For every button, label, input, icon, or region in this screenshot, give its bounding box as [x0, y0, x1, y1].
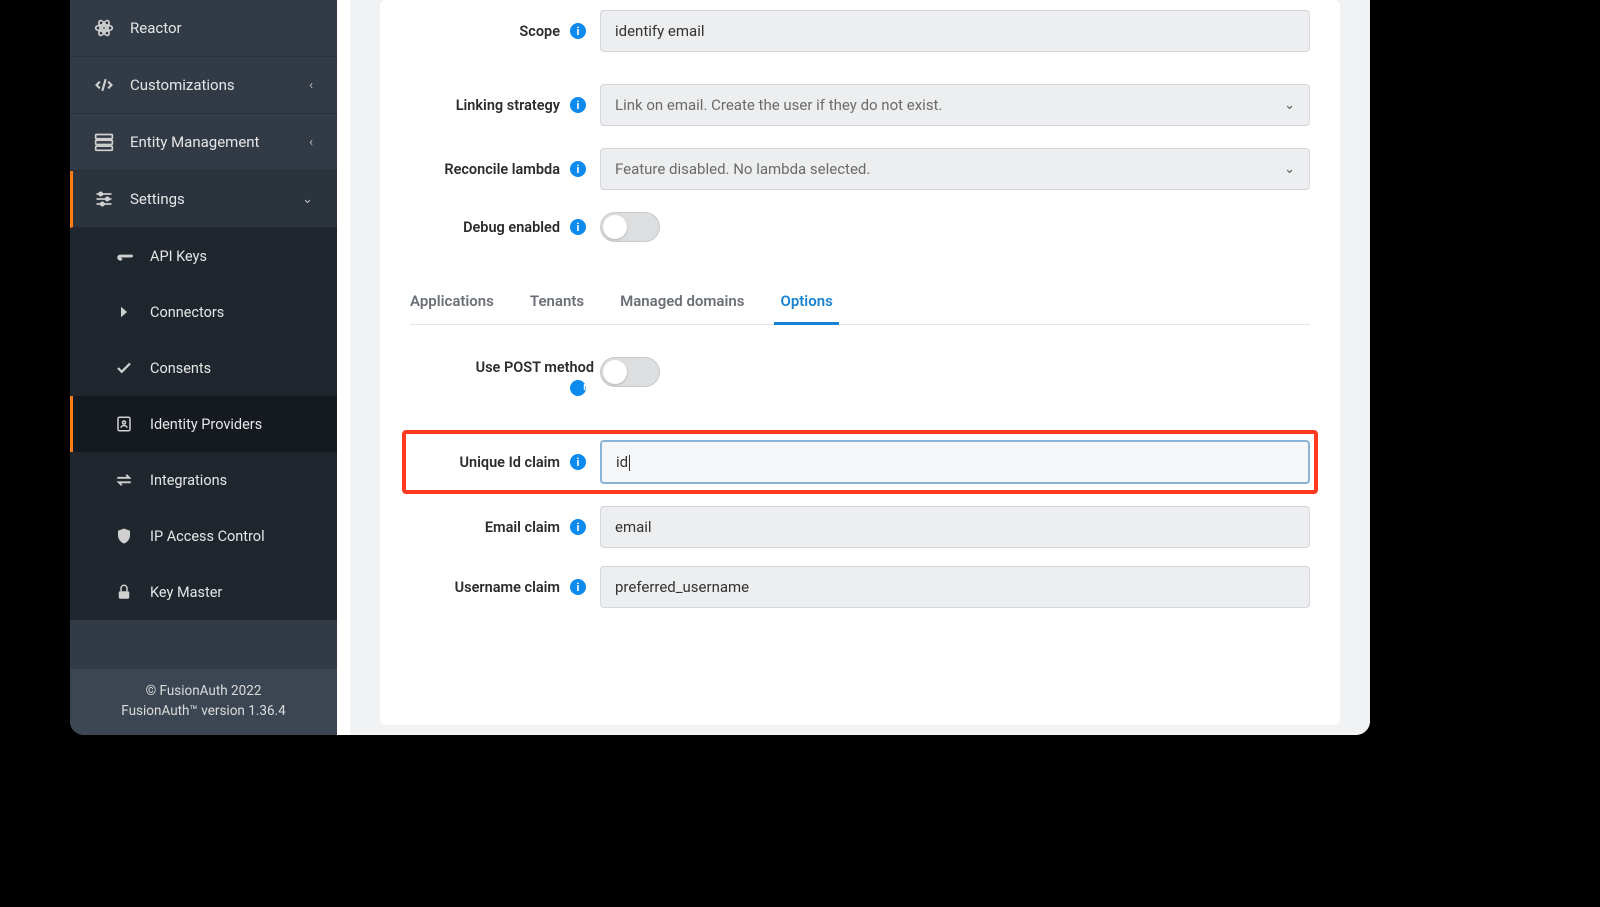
lock-icon [114, 582, 134, 602]
email-claim-input[interactable] [600, 506, 1310, 548]
sidebar-item-label: IP Access Control [150, 528, 313, 545]
sidebar-subitem-ip-access-control[interactable]: IP Access Control [70, 508, 337, 564]
tab-tenants[interactable]: Tenants [530, 282, 584, 324]
sidebar: Reactor Customizations ‹ Entity Manageme… [70, 0, 337, 735]
key-icon [114, 246, 134, 266]
reconcile-lambda-label: Reconcile lambda [410, 161, 566, 178]
debug-enabled-toggle[interactable] [600, 212, 660, 242]
sidebar-item-label: Reactor [130, 19, 313, 37]
tabs: Applications Tenants Managed domains Opt… [410, 282, 1310, 325]
sidebar-item-entity-management[interactable]: Entity Management ‹ [70, 114, 337, 171]
linking-strategy-label: Linking strategy [410, 97, 566, 114]
server-icon [94, 132, 114, 152]
linking-strategy-select[interactable]: Link on email. Create the user if they d… [600, 84, 1310, 126]
sidebar-item-customizations[interactable]: Customizations ‹ [70, 57, 337, 114]
sliders-icon [94, 189, 114, 209]
use-post-method-toggle[interactable] [600, 357, 660, 387]
sidebar-item-settings[interactable]: Settings ⌄ [70, 171, 337, 228]
select-value: Link on email. Create the user if they d… [615, 96, 942, 114]
chevron-left-icon: ‹ [309, 135, 313, 150]
reconcile-lambda-select[interactable]: Feature disabled. No lambda selected. ⌄ [600, 148, 1310, 190]
chevron-left-icon: ‹ [309, 78, 313, 93]
sidebar-subitem-key-master[interactable]: Key Master [70, 564, 337, 620]
tab-applications[interactable]: Applications [410, 282, 494, 324]
sidebar-item-label: Connectors [150, 304, 313, 321]
scope-label: Scope [410, 23, 566, 40]
code-icon [94, 75, 114, 95]
username-claim-label: Username claim [410, 579, 566, 596]
sidebar-footer: © FusionAuth 2022 FusionAuth™ version 1.… [70, 669, 337, 736]
sidebar-subitem-connectors[interactable]: Connectors [70, 284, 337, 340]
tab-managed-domains[interactable]: Managed domains [620, 282, 744, 324]
email-claim-label: Email claim [410, 519, 566, 536]
sidebar-item-label: Settings [130, 190, 302, 208]
chevron-right-icon [114, 302, 134, 322]
exchange-icon [114, 470, 134, 490]
info-icon[interactable]: i [570, 97, 586, 113]
id-card-icon [114, 414, 134, 434]
sidebar-item-label: Identity Providers [150, 416, 313, 433]
footer-copyright: © FusionAuth 2022 [80, 681, 327, 701]
sidebar-item-label: Entity Management [130, 133, 309, 151]
check-icon [114, 358, 134, 378]
shield-icon [114, 526, 134, 546]
username-claim-input[interactable] [600, 566, 1310, 608]
unique-id-claim-input[interactable]: id [600, 440, 1310, 484]
sidebar-subitem-identity-providers[interactable]: Identity Providers [70, 396, 337, 452]
info-icon[interactable]: i [570, 380, 586, 396]
info-icon[interactable]: i [570, 579, 586, 595]
unique-id-claim-label: Unique Id claim [410, 454, 566, 471]
sidebar-item-label: Customizations [130, 76, 309, 94]
chevron-down-icon: ⌄ [302, 192, 313, 207]
footer-version: FusionAuth™ version 1.36.4 [80, 701, 327, 721]
tab-options[interactable]: Options [780, 282, 832, 324]
reactor-icon [94, 18, 114, 38]
sidebar-subitem-integrations[interactable]: Integrations [70, 452, 337, 508]
sidebar-subitem-api-keys[interactable]: API Keys [70, 228, 337, 284]
info-icon[interactable]: i [570, 161, 586, 177]
debug-enabled-label: Debug enabled [410, 219, 566, 236]
main-content: Scope i Linking strategy i Link on email… [350, 0, 1370, 735]
info-icon[interactable]: i [570, 219, 586, 235]
use-post-method-label: Use POST method [476, 359, 600, 376]
info-icon[interactable]: i [570, 23, 586, 39]
scope-input[interactable] [600, 10, 1310, 52]
info-icon[interactable]: i [570, 519, 586, 535]
info-icon[interactable]: i [570, 454, 586, 470]
sidebar-item-label: Key Master [150, 584, 313, 601]
chevron-down-icon: ⌄ [1284, 98, 1295, 113]
sidebar-item-reactor[interactable]: Reactor [70, 0, 337, 57]
sidebar-item-label: Integrations [150, 472, 313, 489]
select-value: Feature disabled. No lambda selected. [615, 160, 870, 178]
chevron-down-icon: ⌄ [1284, 162, 1295, 177]
sidebar-subitem-consents[interactable]: Consents [70, 340, 337, 396]
sidebar-item-label: Consents [150, 360, 313, 377]
sidebar-item-label: API Keys [150, 248, 313, 265]
